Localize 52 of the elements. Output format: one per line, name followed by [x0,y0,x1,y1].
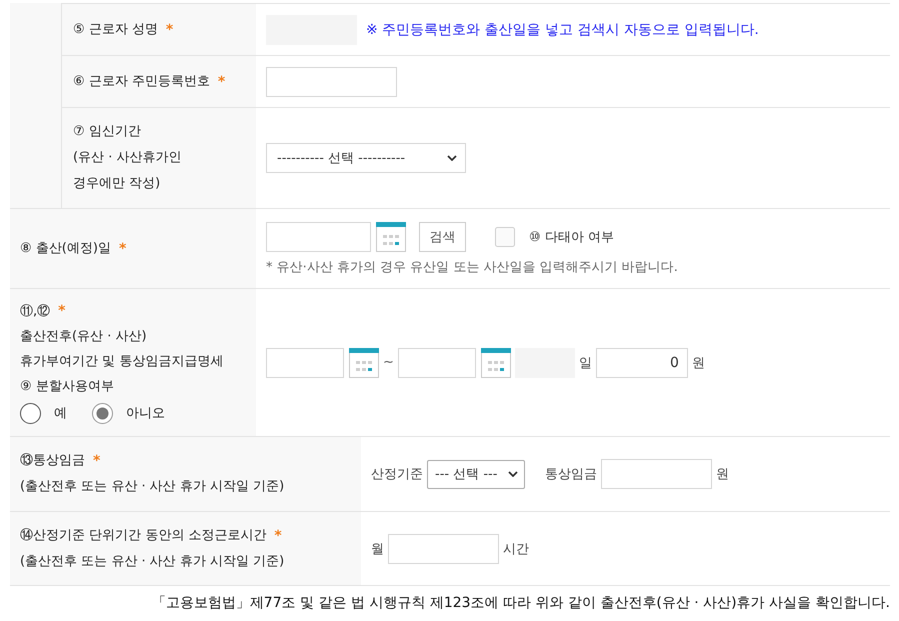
field-label: 휴가부여기간 및 통상임금지급명세 [20,353,224,371]
calendar-icon[interactable] [376,222,406,252]
required-mark: * [274,526,282,546]
field-label: 출산전후(유산 · 사산) [20,328,147,346]
field-label: 경우에만 작성) [73,175,160,193]
required-mark: * [58,302,66,321]
search-button[interactable]: 검색 [419,222,466,252]
required-mark: * [218,72,226,92]
field-label: (출산전후 또는 유산 · 사산 휴가 시작일 기준) [20,552,284,570]
field-caption: 월 [371,540,384,558]
select-dropdown[interactable]: ---------- 선택 ---------- [266,143,466,173]
unit-label: 시간 [503,540,529,558]
field-label: ⑦ 임신기간 [73,123,141,141]
confirmation-text: 「고용보험법」제77조 및 같은 법 시행규칙 제123조에 따라 위와 같이 출산전후(유산 · 사산)휴가 사실을 확인합니다. [152,594,890,613]
required-mark: * [118,240,126,258]
chevron-down-icon [508,471,518,477]
select-dropdown[interactable]: --- 선택 --- [427,460,525,488]
unit-label: 원 [692,354,705,372]
field-label: ⑭산정기준 단위기간 동안의 소정근로시간 [20,526,266,544]
radio-button[interactable] [92,403,113,424]
required-mark: * [93,452,100,471]
text-input[interactable] [601,459,712,489]
radio-label: 아니오 [126,405,165,423]
field-label: ⑬통상임금 [20,452,85,470]
field-caption: 산정기준 [371,466,423,483]
field-label: ⑥ 근로자 주민등록번호 [73,72,210,90]
number-input[interactable]: 0 [596,348,688,378]
calendar-icon[interactable] [349,348,379,378]
field-caption: 통상임금 [545,466,597,483]
checkbox-label: ⑩ 다태아 여부 [529,228,614,246]
date-input[interactable] [266,222,371,252]
required-mark: * [166,20,174,40]
text-input[interactable] [266,66,397,96]
info-note: ※ 주민등록번호와 출산일을 넣고 검색시 자동으로 입력됩니다. [366,20,759,38]
checkbox[interactable] [495,226,515,246]
range-separator: ~ [383,355,394,370]
chevron-down-icon [447,155,457,161]
unit-label: 원 [716,466,729,483]
calendar-icon[interactable] [480,348,511,378]
field-label: (출산전후 또는 유산 · 사산 휴가 시작일 기준) [20,478,284,496]
date-input[interactable] [266,348,344,378]
field-label: ⑪,⑫ [20,303,50,321]
radio-label: 예 [54,405,67,423]
radio-button[interactable] [20,403,41,424]
field-label: ⑧ 출산(예정)일 [20,240,111,258]
field-label: (유산 · 사산휴가인 [73,149,182,167]
text-input[interactable] [388,534,499,564]
hint-text: * 유산·사산 휴가의 경우 유산일 또는 사산일을 입력해주시기 바랍니다. [266,258,678,276]
date-input[interactable] [398,348,476,378]
field-label: ⑤ 근로자 성명 [73,20,158,38]
unit-label: 일 [578,354,592,372]
field-label: ⑨ 분할사용여부 [20,378,114,396]
